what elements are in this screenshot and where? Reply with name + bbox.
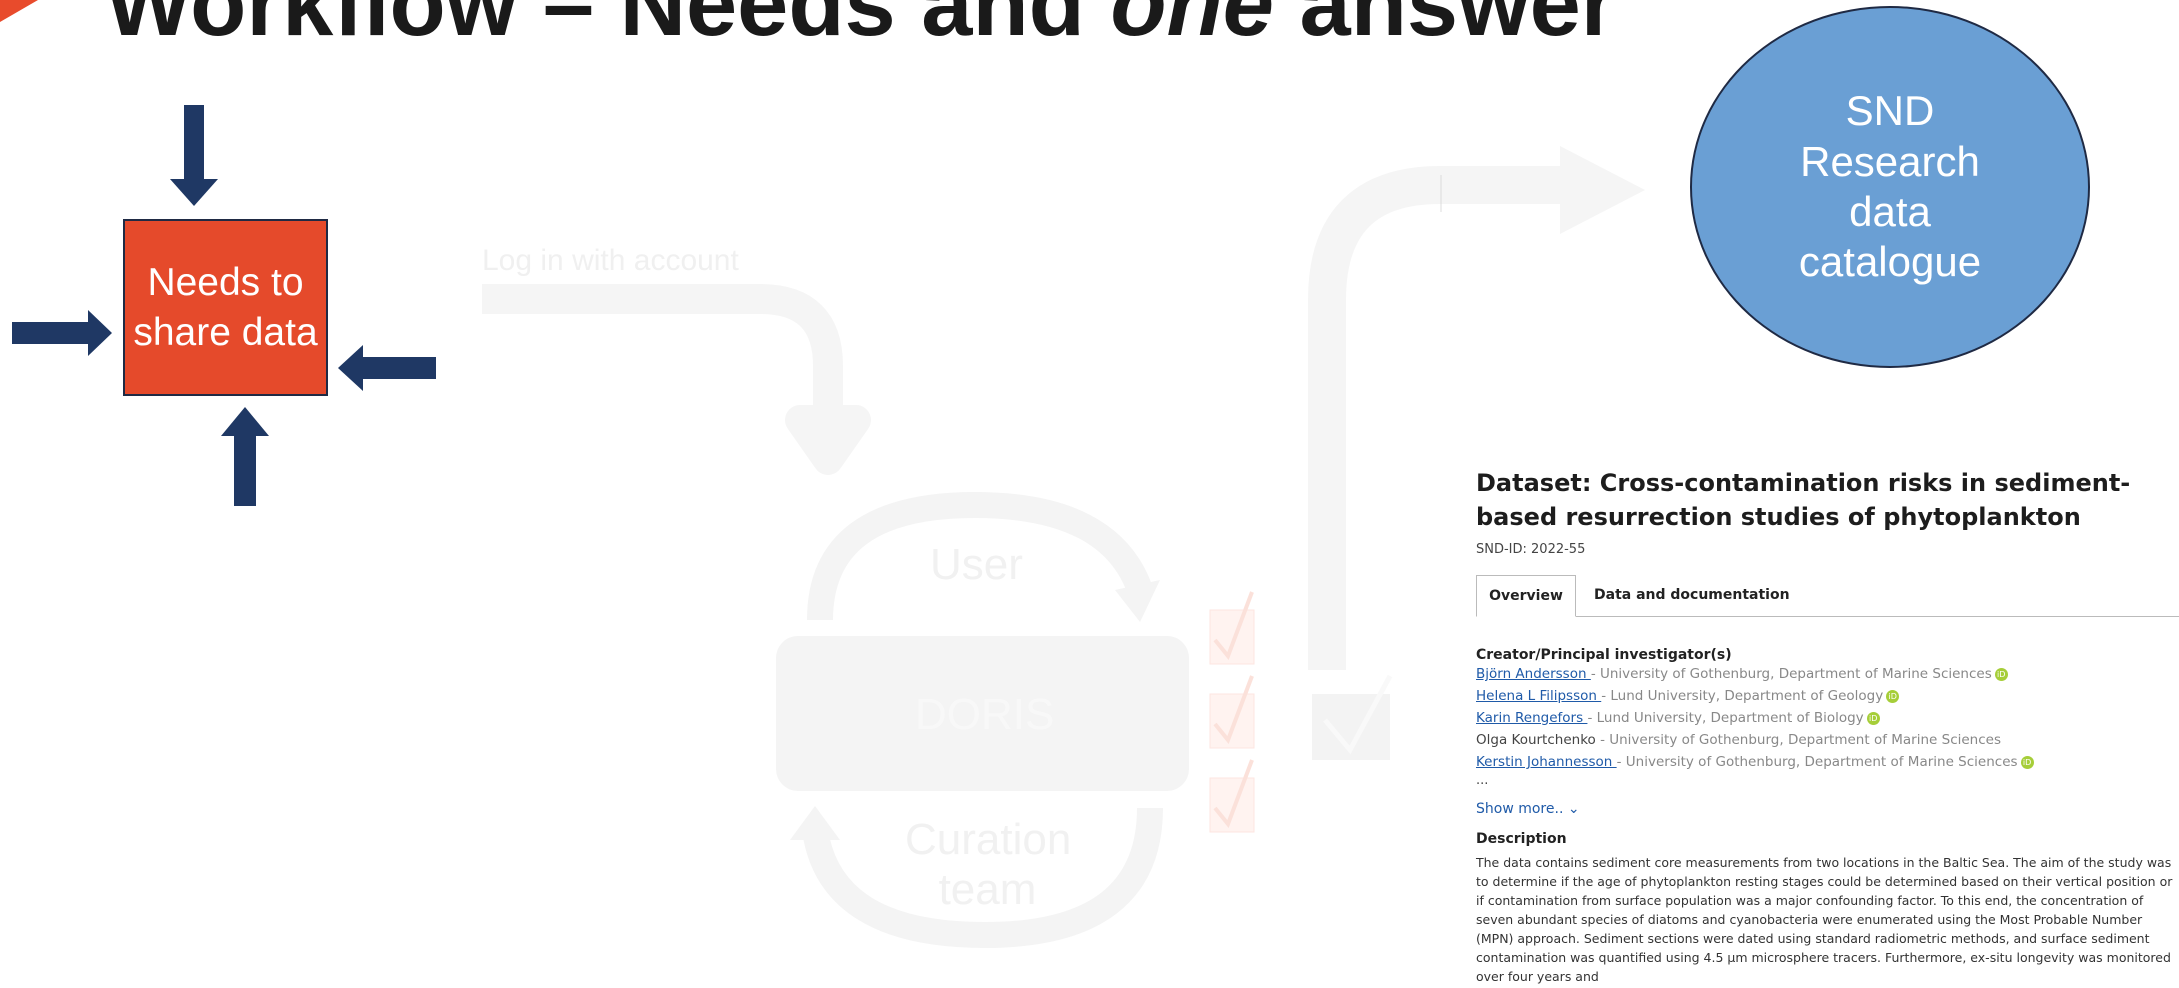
dataset-tabs: Overview Data and documentation: [1476, 575, 2179, 617]
creator-row: Karin Rengefors - Lund University, Depar…: [1476, 707, 2176, 729]
dataset-screenshot: Dataset: Cross-contamination risks in se…: [1476, 466, 2179, 986]
dataset-title: Dataset: Cross-contamination risks in se…: [1476, 469, 2131, 531]
snd-catalogue-circle: SND Research data catalogue: [1690, 6, 2090, 368]
checkbox-2: [1209, 693, 1255, 749]
login-flow-arrow: [482, 284, 871, 475]
creator-name-link[interactable]: Björn Andersson: [1476, 666, 1591, 682]
orcid-icon[interactable]: iD: [1994, 667, 2008, 681]
orcid-icon[interactable]: iD: [1866, 711, 1880, 725]
user-cycle-arrowhead: [1115, 580, 1160, 622]
creator-name-link[interactable]: Kerstin Johannesson: [1476, 754, 1617, 770]
creator-name: Olga Kourtchenko: [1476, 732, 1601, 748]
arrow-right-shaft: [360, 357, 436, 379]
user-label: User: [930, 540, 1023, 589]
needs-to-share-data-box: Needs to share data: [123, 219, 328, 396]
creator-row: Björn Andersson - University of Gothenbu…: [1476, 663, 2176, 685]
doris-label: DORIS: [915, 690, 1055, 739]
creator-row: Olga Kourtchenko - University of Gothenb…: [1476, 732, 2001, 748]
creators-list: Björn Andersson - University of Gothenbu…: [1476, 663, 2176, 773]
arrow-left-shaft: [12, 322, 90, 344]
tab-overview[interactable]: Overview: [1476, 575, 1576, 617]
arrow-top-shaft: [184, 105, 204, 181]
description-text: The data contains sediment core measurem…: [1476, 855, 2173, 984]
creators-ellipsis: ...: [1476, 773, 1489, 788]
arrow-left-head: [88, 310, 112, 356]
arrow-bottom-shaft: [234, 434, 256, 506]
login-label: Log in with account: [482, 244, 739, 277]
snd-id: SND-ID: 2022-55: [1476, 542, 1586, 557]
creator-name-link[interactable]: Karin Rengefors: [1476, 710, 1587, 726]
checkbox-3: [1209, 777, 1255, 833]
publish-flow-arrowhead: [1560, 146, 1645, 234]
description-heading: Description: [1476, 831, 1567, 847]
orcid-icon[interactable]: iD: [2020, 755, 2034, 769]
curation-cycle-arrowhead: [790, 806, 840, 840]
orcid-icon[interactable]: iD: [1886, 689, 1900, 703]
checkbox-1: [1209, 609, 1255, 665]
tab-data-and-documentation[interactable]: Data and documentation: [1594, 575, 1790, 615]
arrow-right-head: [338, 345, 363, 391]
creators-heading: Creator/Principal investigator(s): [1476, 647, 1732, 663]
arrow-bottom-head: [221, 407, 269, 436]
curation-label: Curation team: [905, 815, 1072, 914]
creator-row: Helena L Filipsson - Lund University, De…: [1476, 685, 2176, 707]
show-more-link[interactable]: Show more.. ⌄: [1476, 801, 2176, 817]
creator-row: Kerstin Johannesson - University of Goth…: [1476, 751, 2176, 773]
creator-name-link[interactable]: Helena L Filipsson: [1476, 688, 1601, 704]
arrow-top-head: [170, 179, 218, 206]
